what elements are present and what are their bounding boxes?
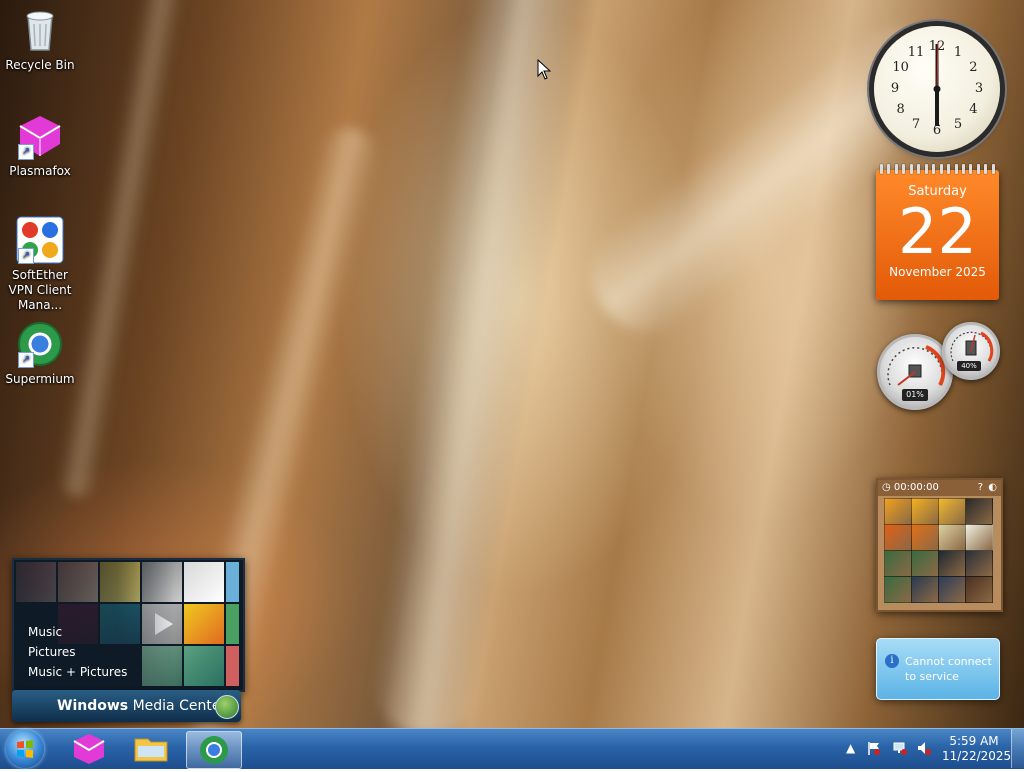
mouse-cursor-icon: [537, 58, 552, 85]
pause-icon[interactable]: ◐: [988, 480, 997, 496]
puzzle-timer: 00:00:00: [893, 482, 939, 493]
puzzle-tile[interactable]: [938, 524, 966, 551]
show-desktop-button[interactable]: [1011, 729, 1024, 768]
puzzle-tile[interactable]: [938, 576, 966, 603]
desktop-icon-plasmafox[interactable]: ↗ Plasmafox: [0, 112, 80, 178]
taskbar-supermium[interactable]: [186, 731, 242, 769]
info-icon: i: [885, 654, 899, 668]
network-icon[interactable]: [892, 740, 908, 759]
softether-vpn-icon: ↗: [16, 216, 64, 264]
desktop-icon-label: Recycle Bin: [5, 58, 75, 72]
media-center-gadget[interactable]: Music Pictures Music + Pictures: [12, 558, 245, 692]
clock-hands: [933, 41, 941, 126]
puzzle-tile[interactable]: [884, 576, 912, 603]
windows-logo-icon: [17, 740, 33, 758]
media-menu-pictures[interactable]: Pictures: [28, 642, 127, 662]
recycle-bin-icon: [16, 6, 64, 54]
media-menu-music-pictures[interactable]: Music + Pictures: [28, 662, 127, 682]
desktop: Recycle Bin ↗ Plasmafox ↗ SoftEther VPN …: [0, 0, 1024, 728]
puzzle-tile[interactable]: [884, 524, 912, 551]
media-menu-music[interactable]: Music: [28, 622, 127, 642]
puzzle-tile[interactable]: [911, 576, 939, 603]
cpu-percent: 01%: [902, 389, 928, 401]
plasmafox-icon: ↗: [16, 112, 64, 160]
desktop-icon-label: SoftEther VPN Client Mana...: [8, 268, 72, 312]
desktop-icon-label: Supermium: [5, 372, 75, 386]
desktop-icon-recycle-bin[interactable]: Recycle Bin: [0, 6, 80, 72]
plasmafox-icon: [73, 734, 105, 764]
puzzle-tile[interactable]: [911, 524, 939, 551]
feed-notification-gadget[interactable]: i Cannot connect to service: [876, 638, 1000, 700]
calendar-rings: [880, 164, 995, 174]
system-clock[interactable]: 5:59 AM 11/22/2025: [942, 734, 1012, 764]
wallpaper-sheen: [366, 0, 584, 728]
puzzle-clock-icon: ◷: [882, 482, 891, 493]
windows-orb-icon: [215, 695, 239, 719]
supermium-icon: [200, 736, 228, 764]
puzzle-tile[interactable]: [884, 550, 912, 577]
show-hidden-icons-chevron-icon[interactable]: ▲: [846, 741, 855, 755]
puzzle-tile[interactable]: [938, 498, 966, 525]
shortcut-arrow-icon: ↗: [18, 352, 34, 368]
taskbar-plasmafox[interactable]: [62, 731, 116, 767]
shortcut-arrow-icon: ↗: [18, 248, 34, 264]
media-center-menu: Music Pictures Music + Pictures: [28, 622, 127, 682]
puzzle-tile[interactable]: [965, 524, 993, 551]
taskbar: ▲ 5:59 AM 11/22/2025: [0, 728, 1024, 769]
puzzle-tile[interactable]: [965, 550, 993, 577]
media-center-brand: Windows Media Center: [57, 698, 226, 714]
desktop-icon-softether-vpn[interactable]: ↗ SoftEther VPN Client Mana...: [0, 216, 80, 313]
puzzle-tile[interactable]: [911, 550, 939, 577]
taskbar-date: 11/22/2025: [942, 749, 1012, 763]
shortcut-arrow-icon: ↗: [18, 144, 34, 160]
volume-muted-icon[interactable]: [916, 740, 932, 759]
taskbar-time: 5:59 AM: [949, 734, 999, 748]
puzzle-header: ◷ 00:00:00 ? ◐: [878, 480, 1001, 496]
puzzle-tile[interactable]: [965, 498, 993, 525]
calendar-month-year: November 2025: [889, 265, 986, 279]
desktop-icon-supermium[interactable]: ↗ Supermium: [0, 320, 80, 386]
calendar-day: 22: [898, 195, 977, 268]
clock-gadget[interactable]: 121234567891011: [874, 26, 1000, 152]
puzzle-tile[interactable]: [938, 550, 966, 577]
puzzle-tile[interactable]: [911, 498, 939, 525]
memory-percent: 40%: [957, 361, 981, 371]
calendar-gadget[interactable]: Saturday 22 November 2025: [876, 164, 999, 300]
folder-icon: [134, 738, 168, 762]
brand-light: Media Center: [132, 698, 227, 714]
supermium-icon: ↗: [16, 320, 64, 368]
brand-bold: Windows: [57, 698, 129, 714]
action-center-flag-icon[interactable]: [866, 740, 882, 759]
taskbar-file-explorer[interactable]: [124, 731, 178, 767]
picture-puzzle-gadget[interactable]: ◷ 00:00:00 ? ◐: [876, 478, 1003, 612]
puzzle-tile[interactable]: [965, 576, 993, 603]
memory-meter-gadget[interactable]: 40%: [942, 322, 1000, 380]
media-center-launch-bar[interactable]: Windows Media Center: [12, 690, 241, 722]
notification-text: Cannot connect to service: [905, 655, 992, 683]
help-icon[interactable]: ?: [978, 480, 983, 496]
start-button[interactable]: [6, 730, 44, 768]
desktop-icon-label: Plasmafox: [9, 164, 71, 178]
puzzle-board[interactable]: [884, 498, 994, 604]
puzzle-tile[interactable]: [884, 498, 912, 525]
